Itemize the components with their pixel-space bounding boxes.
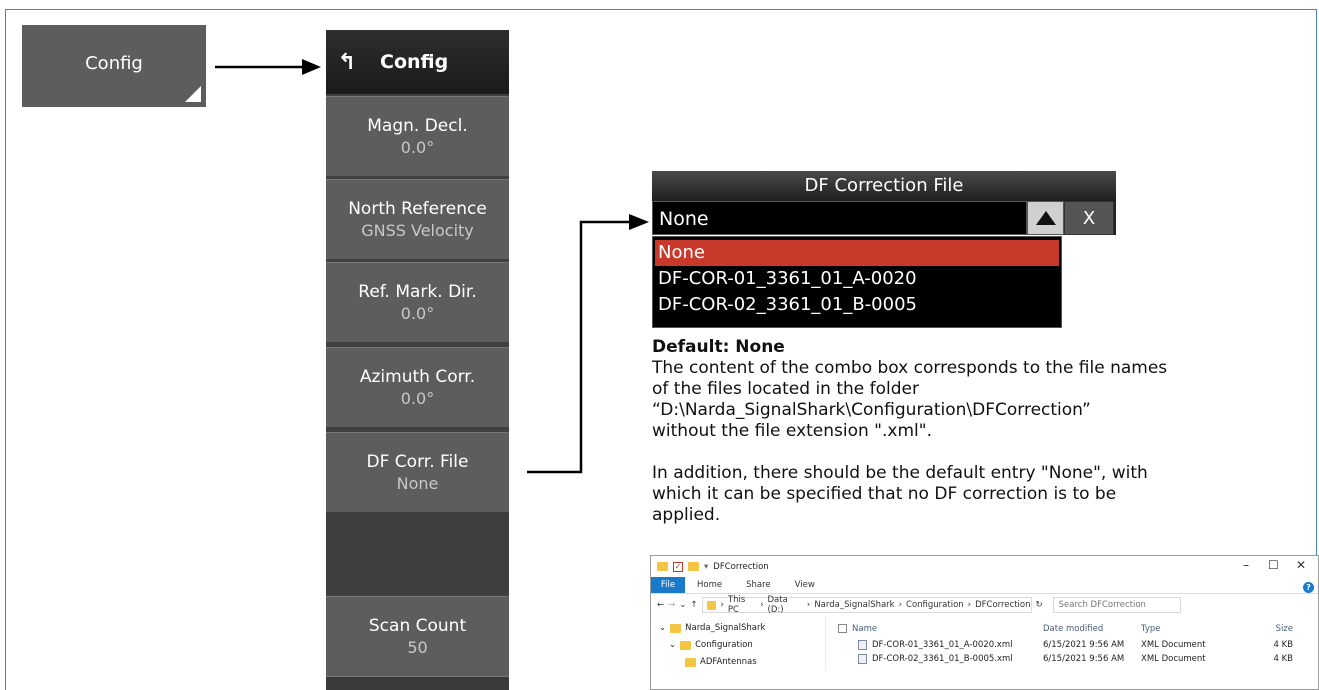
close-window-icon[interactable]: ✕ bbox=[1296, 558, 1306, 572]
menu-item-df-corr-file[interactable]: DF Corr. File None bbox=[326, 432, 509, 512]
menu-empty-slot bbox=[326, 516, 509, 596]
df-correction-dialog: DF Correction File None X bbox=[652, 171, 1116, 235]
desc-line: without the file extension ".xml". bbox=[652, 421, 932, 441]
menu-item-azimuth-corr[interactable]: Azimuth Corr. 0.0° bbox=[326, 347, 509, 427]
menu-item-value: 0.0° bbox=[400, 388, 435, 408]
triangle-up-icon bbox=[1035, 211, 1056, 225]
menu-item-label: Magn. Decl. bbox=[367, 115, 468, 136]
navigation-tree: ⌄ Narda_SignalShark ⌄ Configuration ADFAnt… bbox=[651, 616, 826, 671]
option-df-cor-02[interactable]: DF-COR-02_3361_01_B-0005 bbox=[655, 292, 1059, 318]
tree-item[interactable]: ⌄ Narda_SignalShark bbox=[659, 620, 825, 637]
path-segment[interactable]: Narda_SignalShark bbox=[814, 600, 894, 610]
tree-item[interactable]: ⌄ Configuration bbox=[659, 637, 825, 654]
file-row[interactable]: DF-COR-01_3361_01_A-0020.xml 6/15/2021 9… bbox=[838, 638, 1318, 652]
maximize-icon[interactable]: ☐ bbox=[1268, 558, 1279, 572]
desc-line: In addition, there should be the default… bbox=[652, 463, 1148, 483]
search-input[interactable]: Search DFCorrection bbox=[1052, 597, 1181, 613]
back-arrow-icon[interactable]: ↰ bbox=[326, 50, 368, 75]
ribbon-tab-view[interactable]: View bbox=[783, 577, 827, 593]
menu-item-value: 50 bbox=[407, 637, 428, 657]
folder-icon bbox=[657, 562, 668, 571]
option-df-cor-01[interactable]: DF-COR-01_3361_01_A-0020 bbox=[655, 266, 1059, 292]
new-folder-icon[interactable] bbox=[688, 562, 699, 571]
quick-access-dropdown-icon[interactable]: ▾ bbox=[704, 562, 708, 572]
window-title: DFCorrection bbox=[713, 561, 769, 572]
up-icon[interactable]: ↑ bbox=[690, 600, 697, 610]
path-segment[interactable]: This PC bbox=[728, 595, 756, 615]
submenu-corner-icon bbox=[185, 86, 201, 102]
menu-header[interactable]: ↰ Config bbox=[326, 30, 509, 94]
config-softkey-label: Config bbox=[85, 52, 143, 74]
file-explorer-window: ✓ ▾ DFCorrection – ☐ ✕ File Home Share V… bbox=[650, 555, 1319, 690]
menu-item-scan-count[interactable]: Scan Count 50 bbox=[326, 596, 509, 676]
recent-dropdown-icon[interactable]: ⌄ bbox=[679, 600, 686, 610]
dialog-title: DF Correction File bbox=[652, 171, 1116, 201]
column-name[interactable]: Name bbox=[838, 624, 1043, 634]
menu-item-label: Azimuth Corr. bbox=[359, 366, 476, 387]
help-icon[interactable]: ? bbox=[1303, 582, 1314, 593]
ribbon-tab-share[interactable]: Share bbox=[734, 577, 783, 593]
df-correction-combo[interactable]: None bbox=[652, 201, 1027, 235]
folder-icon bbox=[706, 600, 717, 610]
menu-item-value: None bbox=[396, 473, 439, 493]
path-segment[interactable]: DFCorrection bbox=[975, 600, 1030, 610]
xml-file-icon bbox=[858, 654, 867, 664]
menu-item-ref-mark-dir[interactable]: Ref. Mark. Dir. 0.0° bbox=[326, 262, 509, 342]
desc-line: The content of the combo box corresponds… bbox=[652, 358, 1168, 378]
desc-line: of the files located in the folder bbox=[652, 379, 920, 399]
tree-item[interactable]: ADFAntennas bbox=[659, 654, 825, 671]
file-row[interactable]: DF-COR-02_3361_01_B-0005.xml 6/15/2021 9… bbox=[838, 652, 1318, 666]
default-heading: Default: None bbox=[652, 337, 785, 357]
menu-title: Config bbox=[380, 51, 449, 73]
file-list: Name Date modified Type Size DF-COR-01_3… bbox=[826, 616, 1318, 671]
forward-nav-icon[interactable]: → bbox=[668, 600, 675, 610]
config-softkey[interactable]: Config bbox=[22, 25, 206, 107]
df-correction-options: None DF-COR-01_3361_01_A-0020 DF-COR-02_… bbox=[652, 236, 1062, 328]
desc-line: “D:\Narda_SignalShark\Configuration\DFCo… bbox=[652, 400, 1091, 420]
column-size[interactable]: Size bbox=[1229, 624, 1293, 634]
close-button[interactable]: X bbox=[1064, 201, 1114, 235]
dropdown-toggle-button[interactable] bbox=[1027, 201, 1064, 235]
address-bar[interactable]: › This PC › Data (D:) › Narda_SignalShark ›… bbox=[701, 595, 1032, 615]
folder-icon bbox=[670, 624, 682, 633]
ribbon-tab-home[interactable]: Home bbox=[685, 577, 734, 593]
column-date-modified[interactable]: Date modified bbox=[1043, 624, 1141, 634]
arrow-config-to-menu bbox=[215, 59, 321, 75]
column-type[interactable]: Type bbox=[1141, 624, 1229, 634]
description: Default: None The content of the combo b… bbox=[652, 337, 1212, 526]
menu-item-value: 0.0° bbox=[400, 137, 435, 157]
xml-file-icon bbox=[858, 640, 867, 650]
ribbon-tab-file[interactable]: File bbox=[651, 577, 685, 593]
menu-item-value: 0.0° bbox=[400, 303, 435, 323]
menu-item-magn-decl[interactable]: Magn. Decl. 0.0° bbox=[326, 96, 509, 176]
desc-line: which it can be specified that no DF cor… bbox=[652, 484, 1117, 504]
menu-item-label: Ref. Mark. Dir. bbox=[358, 281, 477, 302]
folder-icon bbox=[680, 641, 692, 650]
properties-icon[interactable]: ✓ bbox=[673, 561, 683, 572]
path-segment[interactable]: Configuration bbox=[906, 600, 964, 610]
menu-item-value: GNSS Velocity bbox=[361, 220, 474, 240]
minimize-icon[interactable]: – bbox=[1243, 558, 1249, 572]
back-nav-icon[interactable]: ← bbox=[657, 600, 664, 610]
path-segment[interactable]: Data (D:) bbox=[768, 595, 803, 615]
desc-line: applied. bbox=[652, 505, 721, 525]
arrow-dfcorr-to-dialog bbox=[527, 214, 649, 474]
menu-item-label: Scan Count bbox=[368, 615, 467, 636]
config-menu: ↰ Config Magn. Decl. 0.0° North Referenc… bbox=[326, 30, 509, 690]
refresh-icon[interactable]: ↻ bbox=[1036, 600, 1043, 610]
folder-icon bbox=[685, 658, 696, 667]
menu-item-label: DF Corr. File bbox=[366, 451, 469, 472]
menu-next-item[interactable] bbox=[326, 676, 509, 690]
menu-item-north-reference[interactable]: North Reference GNSS Velocity bbox=[326, 179, 509, 259]
menu-item-label: North Reference bbox=[348, 198, 487, 219]
option-none[interactable]: None bbox=[655, 240, 1059, 266]
